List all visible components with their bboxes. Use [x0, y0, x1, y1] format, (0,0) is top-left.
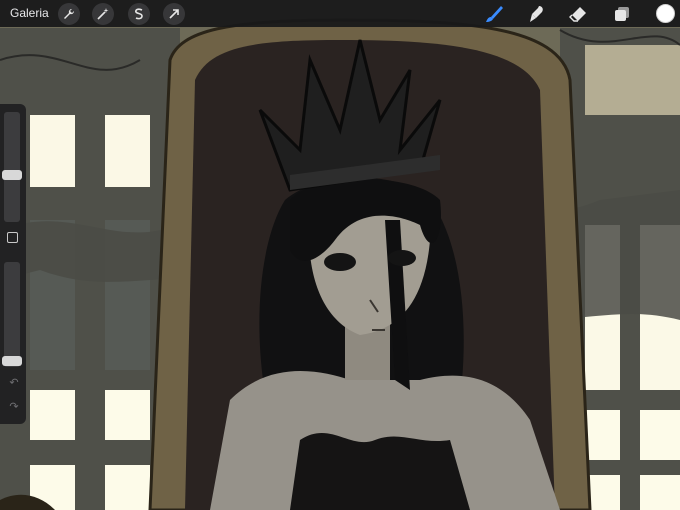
left-eye	[324, 253, 356, 271]
side-toolbar: ↶ ↷	[0, 104, 26, 424]
top-toolbar: Galeria	[0, 0, 680, 27]
opacity-slider[interactable]	[4, 262, 20, 367]
transform-arrow-icon[interactable]	[163, 3, 185, 25]
layers-icon[interactable]	[610, 3, 634, 25]
square-modify-icon[interactable]	[7, 232, 18, 243]
magic-wand-icon[interactable]	[92, 3, 114, 25]
redo-icon[interactable]: ↷	[7, 400, 21, 414]
gallery-button[interactable]: Galeria	[10, 5, 49, 22]
brush-size-slider[interactable]	[4, 112, 20, 222]
color-picker-swatch[interactable]	[656, 4, 675, 23]
dress	[290, 432, 470, 510]
opacity-thumb[interactable]	[2, 356, 22, 366]
eraser-icon[interactable]	[566, 3, 590, 25]
brush-icon[interactable]	[482, 3, 506, 25]
drawing-canvas[interactable]	[0, 0, 680, 510]
undo-icon[interactable]: ↶	[7, 376, 21, 390]
brush-size-thumb[interactable]	[2, 170, 22, 180]
selection-icon[interactable]	[128, 3, 150, 25]
right-eye	[388, 250, 416, 266]
smudge-icon[interactable]	[524, 3, 548, 25]
wrench-icon[interactable]	[58, 3, 80, 25]
